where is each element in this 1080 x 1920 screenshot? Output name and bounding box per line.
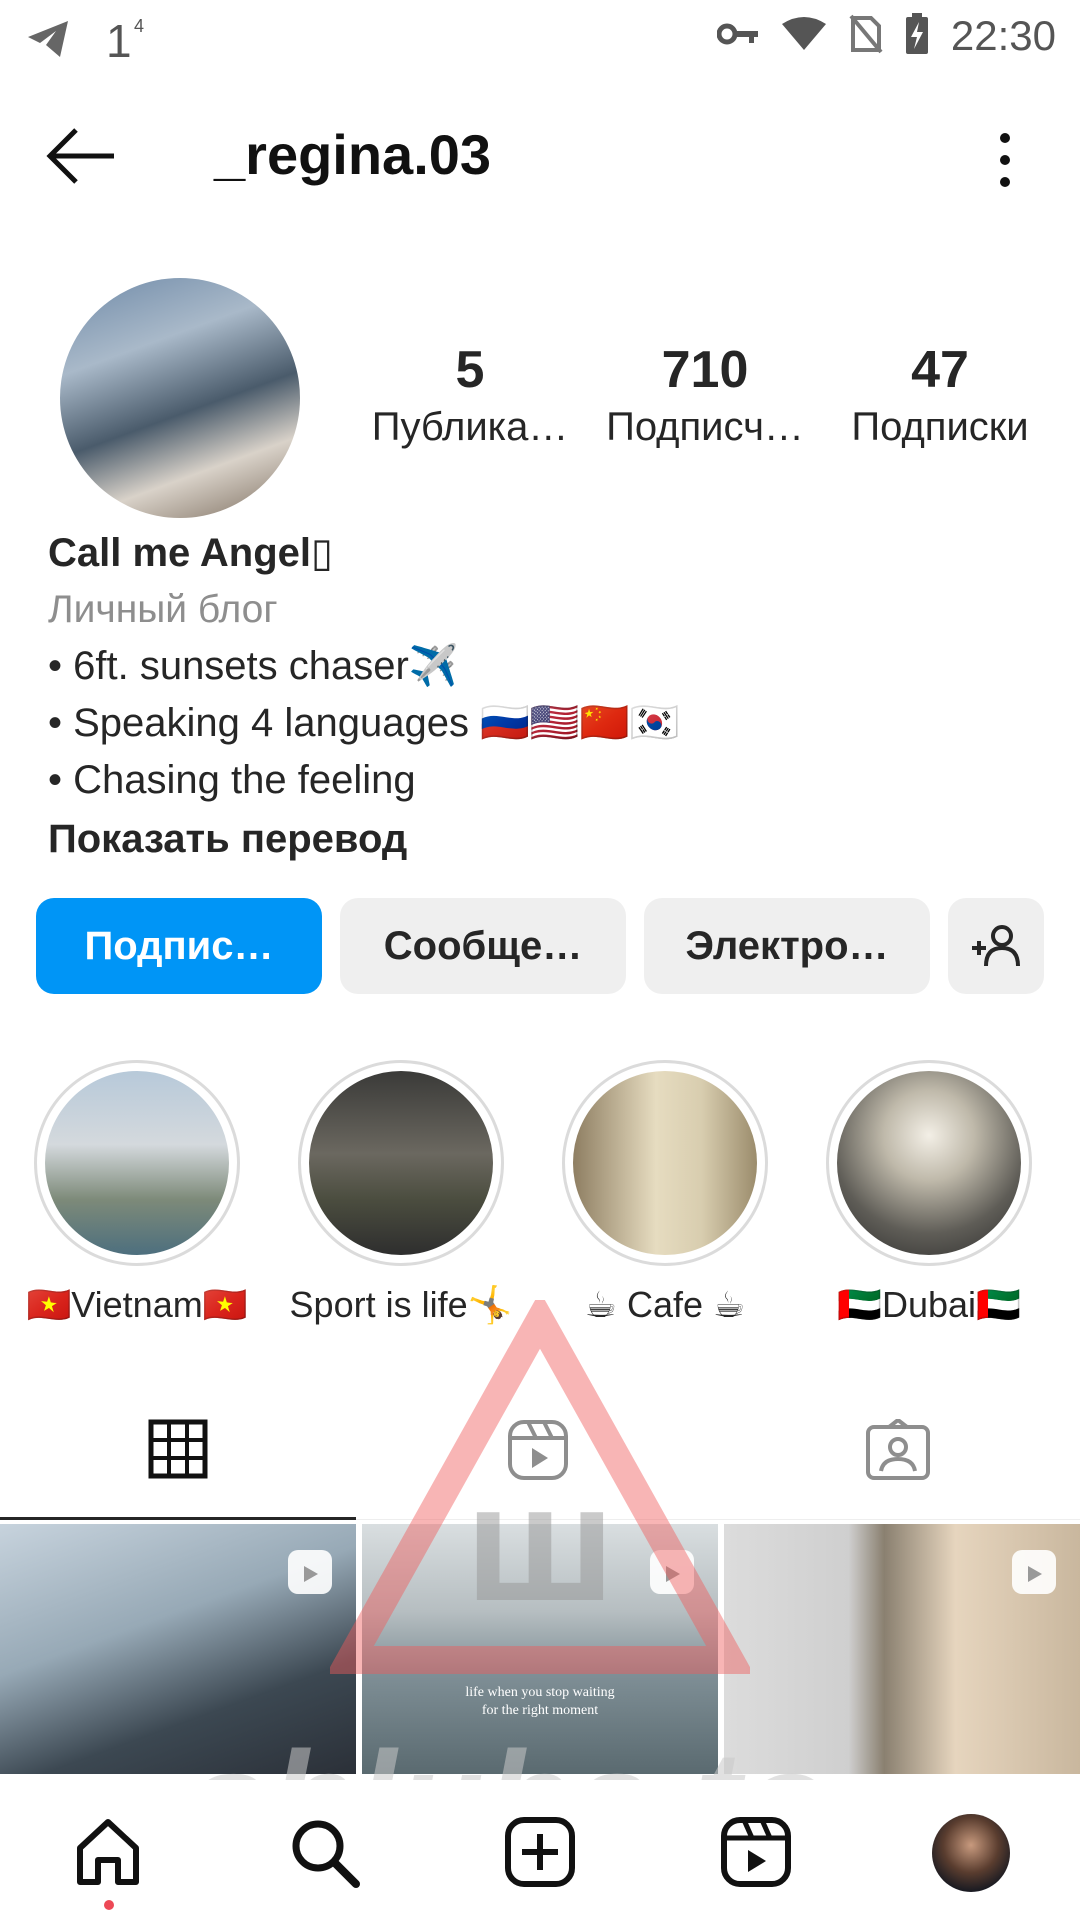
- posts-stat[interactable]: 5 Публика…: [360, 340, 580, 454]
- reels-icon: [721, 1817, 791, 1887]
- highlight-cover: [34, 1060, 240, 1266]
- status-bar: 14 22:30: [0, 0, 1080, 76]
- profile-actions: Подпис… Сообще… Электро…: [36, 898, 1044, 994]
- bottom-nav: [0, 1780, 1080, 1920]
- back-button[interactable]: [44, 124, 120, 188]
- arrow-left-icon: [46, 128, 114, 184]
- highlight-cover: [826, 1060, 1032, 1266]
- highlight-cover: [562, 1060, 768, 1266]
- message-button[interactable]: Сообще…: [340, 898, 626, 994]
- highlight-label: 🇦🇪Dubai🇦🇪: [837, 1284, 1021, 1325]
- bio-line: • 6ft. sunsets chaser✈️: [48, 644, 459, 688]
- no-sim-icon: [849, 14, 883, 59]
- suggested-users-button[interactable]: [948, 898, 1044, 994]
- posts-count: 5: [455, 341, 485, 399]
- add-person-icon: [972, 925, 1020, 967]
- story-highlights: 🇻🇳Vietnam🇻🇳 Sport is life🤸 ☕ Cafe ☕ 🇦🇪Du…: [0, 1060, 1080, 1330]
- watermark-glyph: Ш: [466, 1490, 614, 1629]
- more-options-button[interactable]: [990, 130, 1020, 190]
- following-label: Подписки: [851, 405, 1029, 449]
- followers-stat[interactable]: 710 Подписч…: [595, 340, 815, 454]
- clock: 22:30: [950, 12, 1056, 59]
- notification-dot: [104, 1900, 114, 1910]
- profile-category: Личный блог: [48, 588, 278, 631]
- battery-charging-icon: [905, 12, 929, 60]
- notification-count: 14: [106, 15, 145, 67]
- create-post-icon: [505, 1817, 575, 1887]
- profile-avatar[interactable]: [60, 278, 300, 518]
- highlight-item[interactable]: Sport is life🤸: [281, 1060, 521, 1326]
- following-count: 47: [911, 341, 969, 399]
- display-name: Call me Angel▯: [48, 531, 334, 575]
- follow-button[interactable]: Подпис…: [36, 898, 322, 994]
- page-title: _regina.03: [214, 123, 492, 186]
- search-icon: [292, 1820, 360, 1888]
- highlight-item[interactable]: 🇦🇪Dubai🇦🇪: [809, 1060, 1049, 1326]
- tab-posts-grid[interactable]: [0, 1380, 356, 1520]
- nav-home[interactable]: [70, 1814, 146, 1890]
- highlight-item[interactable]: ☕ Cafe ☕: [545, 1060, 785, 1326]
- home-icon: [77, 1819, 139, 1885]
- highlight-cover: [298, 1060, 504, 1266]
- tab-tagged[interactable]: [720, 1380, 1076, 1520]
- profile-header: _regina.03: [0, 92, 1080, 222]
- bio: Call me Angel▯ Личный блог • 6ft. sunset…: [48, 524, 1048, 869]
- reel-indicator-icon: [288, 1550, 332, 1594]
- nav-search[interactable]: [286, 1814, 362, 1890]
- followers-count: 710: [661, 341, 749, 399]
- email-button[interactable]: Электро…: [644, 898, 930, 994]
- post-caption: life when you stop waiting for the right …: [465, 1685, 615, 1718]
- key-icon: [716, 21, 759, 52]
- bio-line: • Speaking 4 languages 🇷🇺🇺🇸🇨🇳🇰🇷: [48, 701, 680, 745]
- watermark-logo: Ш: [330, 1300, 750, 1674]
- bio-line: • Chasing the feeling: [48, 758, 416, 802]
- nav-create[interactable]: [502, 1814, 578, 1890]
- reel-indicator-icon: [1012, 1550, 1056, 1594]
- nav-reels[interactable]: [718, 1814, 794, 1890]
- wifi-icon: [781, 16, 827, 57]
- highlight-label: 🇻🇳Vietnam🇻🇳: [26, 1284, 248, 1325]
- nav-profile-avatar[interactable]: [932, 1814, 1010, 1892]
- following-stat[interactable]: 47 Подписки: [830, 340, 1050, 454]
- grid-icon: [148, 1419, 208, 1478]
- followers-label: Подписч…: [606, 405, 804, 449]
- highlight-item[interactable]: 🇻🇳Vietnam🇻🇳: [17, 1060, 257, 1326]
- posts-label: Публика…: [371, 405, 569, 449]
- kebab-menu-icon: [1000, 133, 1010, 187]
- show-translation-link[interactable]: Показать перевод: [48, 809, 1048, 869]
- tagged-person-icon: [866, 1419, 930, 1480]
- profile-stats: 5 Публика… 710 Подписч… 47 Подписки: [360, 340, 1050, 454]
- telegram-icon: [26, 19, 70, 64]
